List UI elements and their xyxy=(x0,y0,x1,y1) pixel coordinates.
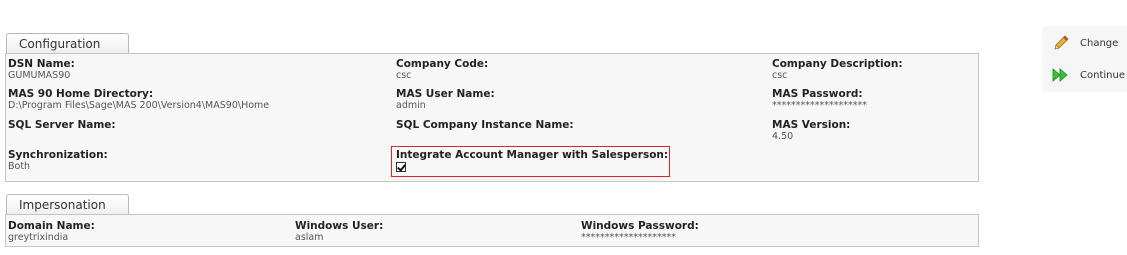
mas-version-field: MAS Version: 4.50 xyxy=(772,119,850,143)
windows-password-value: ******************** xyxy=(581,232,676,243)
change-button[interactable]: Change xyxy=(1052,34,1118,52)
windows-user-label: Windows User: xyxy=(295,220,384,232)
pencil-icon xyxy=(1052,34,1070,52)
mas90-home-directory-value: D:\Program Files\Sage\MAS 200\Version4\M… xyxy=(8,100,270,111)
dsn-name-label: DSN Name: xyxy=(8,58,75,70)
dsn-name-field: DSN Name: GUMUMAS90 xyxy=(8,58,75,82)
company-code-value: csc xyxy=(396,70,412,81)
domain-name-field: Domain Name: greytrixindia xyxy=(8,220,95,244)
windows-user-value: aslam xyxy=(295,232,324,243)
fast-forward-icon xyxy=(1052,67,1070,83)
company-description-value: csc xyxy=(772,70,788,81)
sql-company-instance-name-field: SQL Company Instance Name: xyxy=(396,119,574,131)
mas-version-label: MAS Version: xyxy=(772,119,851,131)
windows-password-label: Windows Password: xyxy=(581,220,699,232)
mas-password-field: MAS Password: ******************** xyxy=(772,88,867,112)
continue-label: Continue xyxy=(1080,69,1125,81)
tab-configuration-label: Configuration xyxy=(19,37,101,51)
integrate-account-manager-field: Integrate Account Manager with Salespers… xyxy=(396,149,668,176)
impersonation-panel xyxy=(5,214,979,247)
domain-name-label: Domain Name: xyxy=(8,220,95,232)
company-code-field: Company Code: csc xyxy=(396,58,488,82)
tab-impersonation-label: Impersonation xyxy=(19,198,106,212)
mas-user-name-value: admin xyxy=(396,100,426,111)
actions-panel: Change Continue xyxy=(1042,26,1127,92)
integrate-account-manager-label: Integrate Account Manager with Salespers… xyxy=(396,149,669,161)
integrate-account-manager-checkbox[interactable] xyxy=(396,162,406,172)
company-description-label: Company Description: xyxy=(772,58,903,70)
dsn-name-value: GUMUMAS90 xyxy=(8,70,71,81)
tab-configuration[interactable]: Configuration xyxy=(6,33,129,53)
mas-version-value: 4.50 xyxy=(772,131,794,142)
mas-password-value: ******************** xyxy=(772,100,867,111)
continue-button[interactable]: Continue xyxy=(1052,67,1125,83)
windows-password-field: Windows Password: ******************** xyxy=(581,220,699,244)
mas-user-name-field: MAS User Name: admin xyxy=(396,88,495,112)
sql-server-name-field: SQL Server Name: xyxy=(8,119,116,131)
windows-user-field: Windows User: aslam xyxy=(295,220,383,244)
domain-name-value: greytrixindia xyxy=(8,232,69,243)
mas90-home-directory-field: MAS 90 Home Directory: D:\Program Files\… xyxy=(8,88,269,112)
change-label: Change xyxy=(1080,37,1119,49)
mas-user-name-label: MAS User Name: xyxy=(396,88,495,100)
mas-password-label: MAS Password: xyxy=(772,88,863,100)
synchronization-field: Synchronization: Both xyxy=(8,149,108,173)
company-description-field: Company Description: csc xyxy=(772,58,903,82)
tab-impersonation[interactable]: Impersonation xyxy=(6,194,129,214)
synchronization-value: Both xyxy=(8,161,31,172)
synchronization-label: Synchronization: xyxy=(8,149,108,161)
mas90-home-directory-label: MAS 90 Home Directory: xyxy=(8,88,154,100)
sql-company-instance-name-label: SQL Company Instance Name: xyxy=(396,119,574,131)
sql-server-name-label: SQL Server Name: xyxy=(8,119,116,131)
company-code-label: Company Code: xyxy=(396,58,489,70)
